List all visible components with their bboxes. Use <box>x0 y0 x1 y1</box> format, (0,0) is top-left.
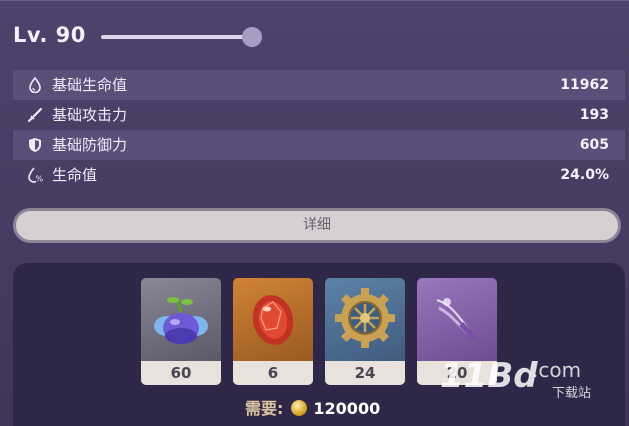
stat-value: 605 <box>579 137 609 153</box>
level-slider-track[interactable] <box>101 35 251 39</box>
droplet-icon <box>29 77 41 93</box>
stat-label: 生命值 <box>52 166 98 184</box>
stat-value: 24.0% <box>560 167 609 183</box>
red-gem-icon <box>252 295 294 345</box>
material-count: 6 <box>233 361 313 385</box>
material-card[interactable]: 24 <box>325 278 405 385</box>
material-count: 20 <box>417 361 497 385</box>
level-slider-knob[interactable] <box>242 27 262 47</box>
ascension-materials-panel: 60 6 24 20 需要: 120000 <box>13 263 625 426</box>
svg-text:%: % <box>36 175 44 184</box>
stat-value: 11962 <box>560 77 609 93</box>
material-card[interactable]: 6 <box>233 278 313 385</box>
stat-row-def: 基础防御力 605 <box>13 130 625 160</box>
level-row: Lv. 90 <box>13 23 313 51</box>
gear-icon <box>335 288 395 348</box>
stat-row-hp: 基础生命值 11962 <box>13 70 625 100</box>
stat-label: 基础防御力 <box>52 136 128 154</box>
berry-flower-icon <box>154 297 208 344</box>
stat-row-hp-percent: % 生命值 24.0% <box>13 160 625 190</box>
droplet-percent-icon: % <box>28 167 44 184</box>
material-art <box>141 278 221 361</box>
level-label: Lv. 90 <box>13 23 86 47</box>
requirement-value: 120000 <box>313 399 381 418</box>
requirement-label: 需要: <box>245 399 284 418</box>
material-count: 24 <box>325 361 405 385</box>
stat-label: 基础生命值 <box>52 76 128 94</box>
material-art <box>417 278 497 361</box>
mora-coin-icon <box>291 400 308 416</box>
character-stats-panel: Lv. 90 基础生命值 11962 基础攻击力 193 基础防御力 605 %… <box>0 0 629 426</box>
shield-icon <box>29 138 41 152</box>
material-art <box>233 278 313 361</box>
details-button[interactable]: 详细 <box>13 208 621 243</box>
material-count: 60 <box>141 361 221 385</box>
stat-label: 基础攻击力 <box>52 106 128 124</box>
material-card[interactable]: 60 <box>141 278 221 385</box>
requirement-row: 需要: 120000 <box>245 395 381 418</box>
material-art <box>325 278 405 361</box>
stat-value: 193 <box>579 107 609 123</box>
material-card[interactable]: 20 <box>417 278 497 385</box>
stat-row-atk: 基础攻击力 193 <box>13 100 625 130</box>
stats-list: 基础生命值 11962 基础攻击力 193 基础防御力 605 % 生命值 24… <box>13 70 625 190</box>
feather-icon <box>436 298 477 340</box>
sword-icon <box>27 107 43 123</box>
